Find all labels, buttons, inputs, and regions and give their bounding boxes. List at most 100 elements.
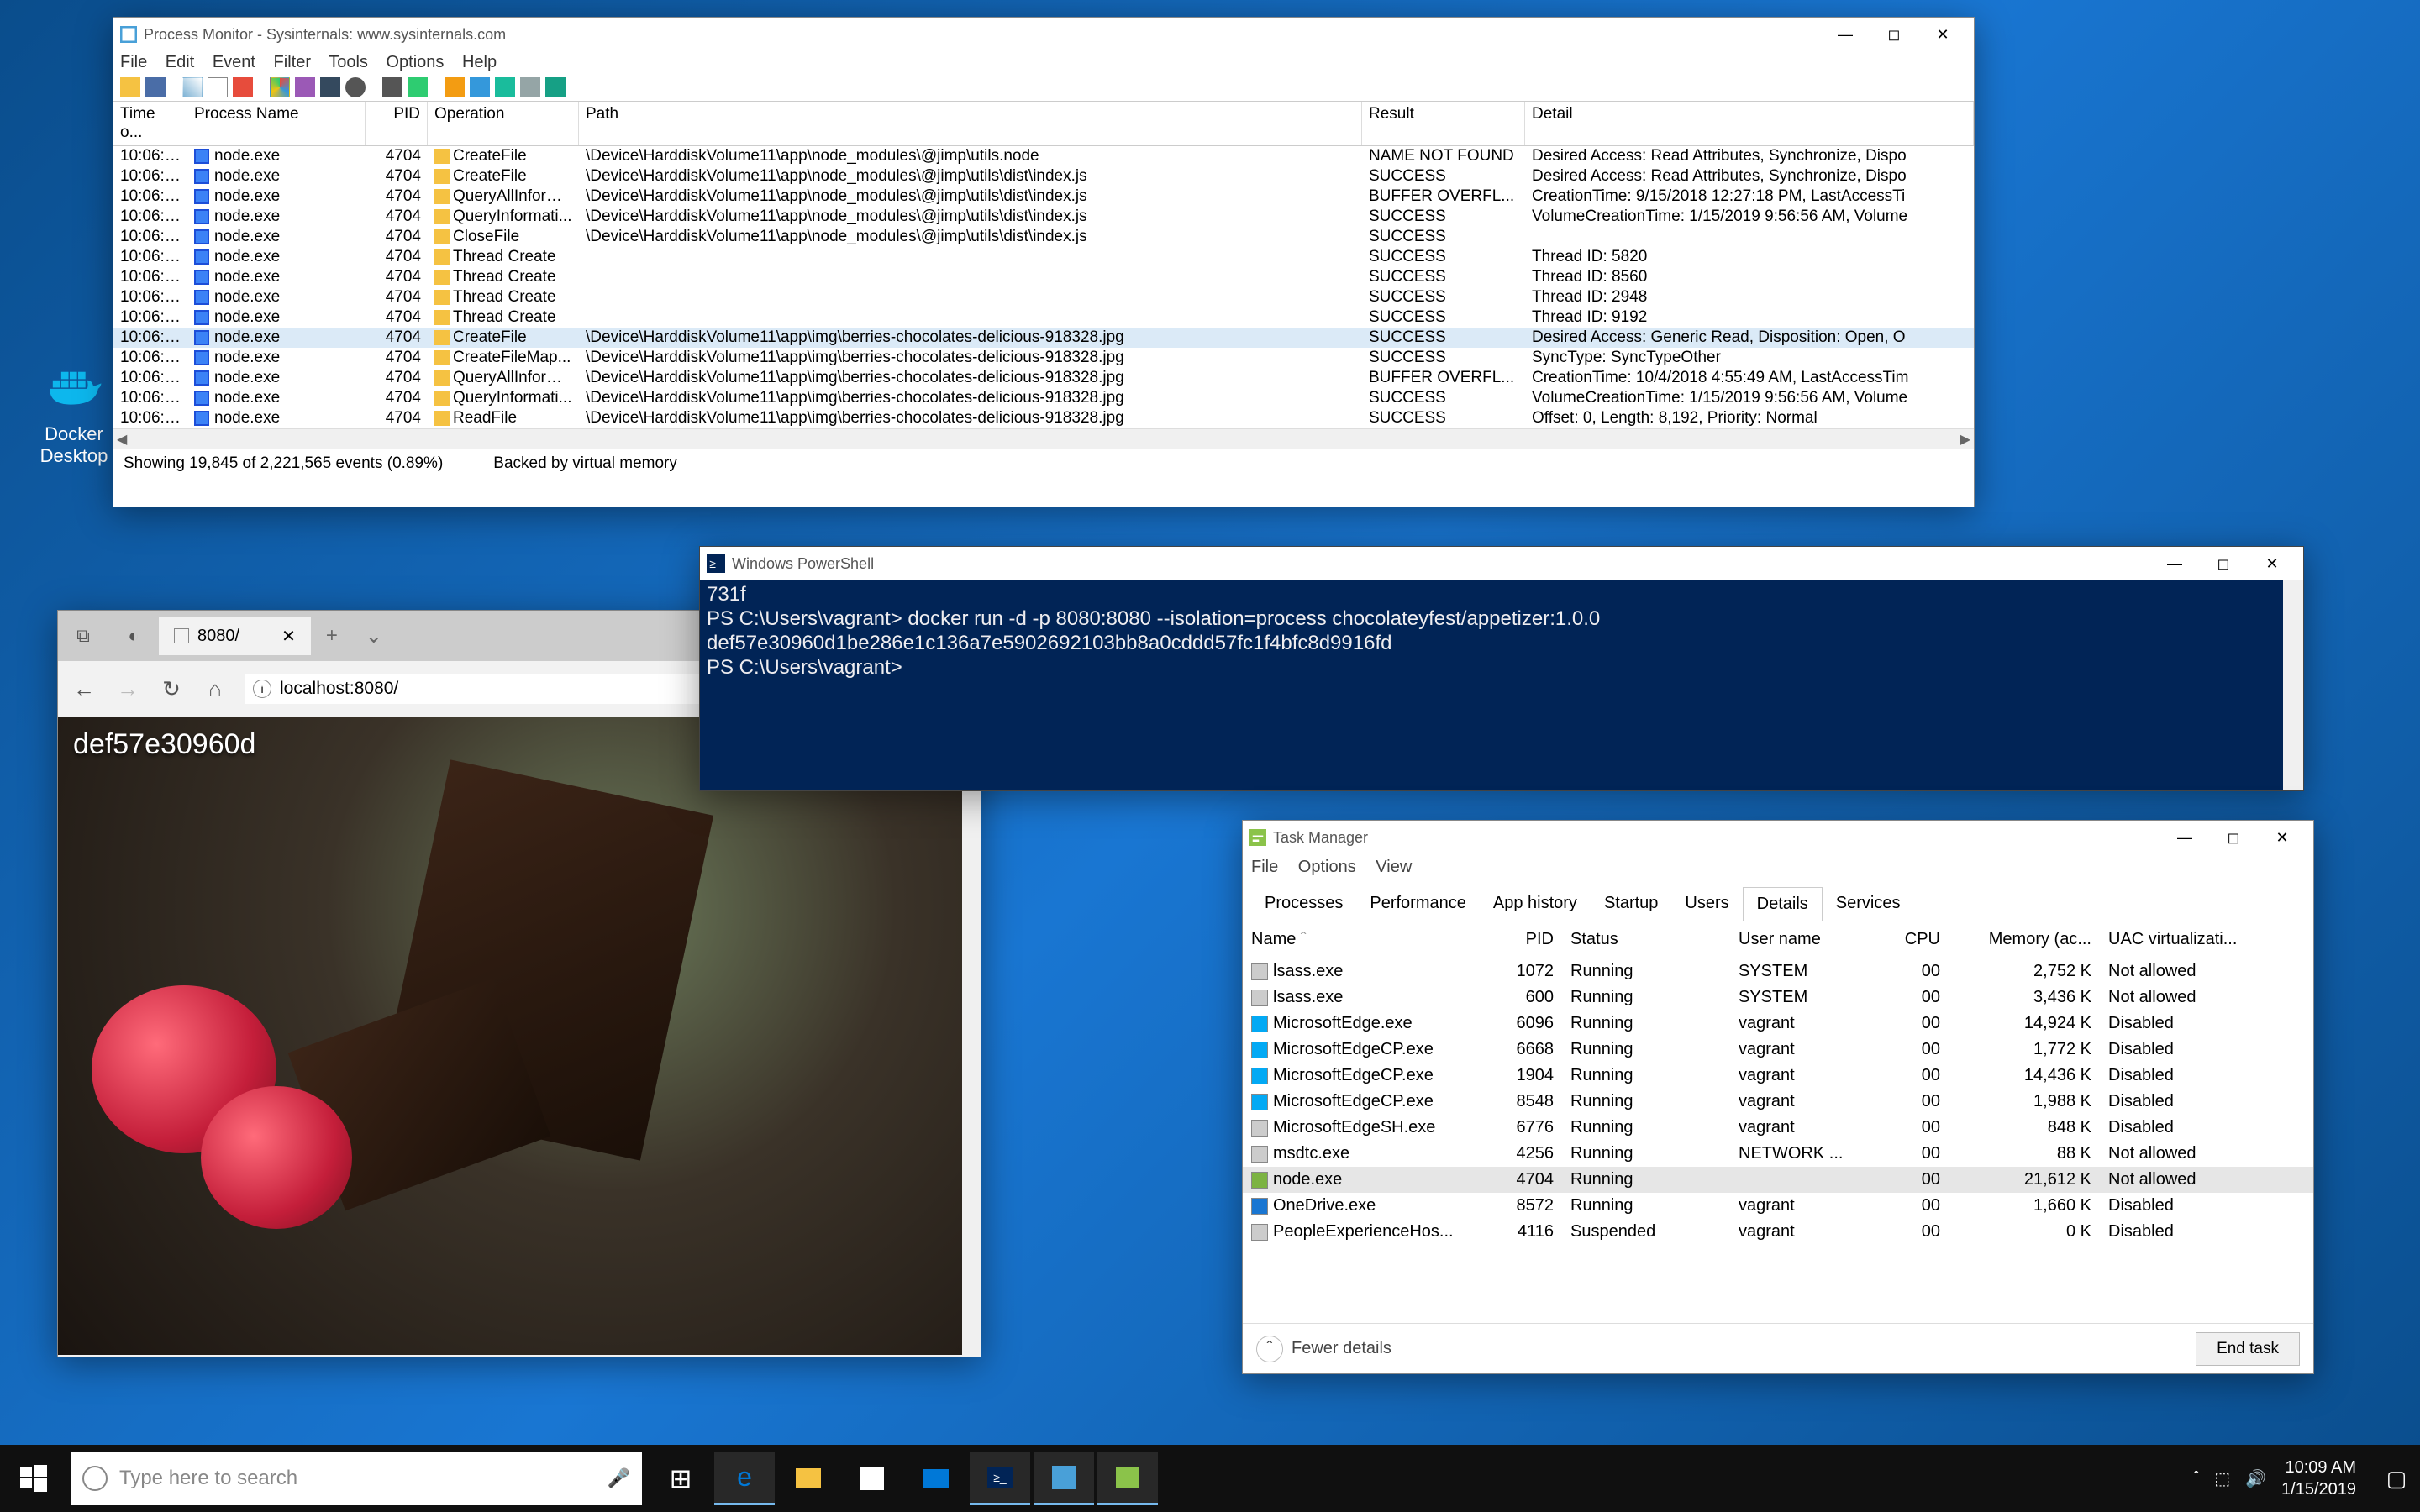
fewer-details-button[interactable]: ˆ Fewer details [1256, 1336, 1392, 1362]
menu-event[interactable]: Event [213, 53, 255, 71]
event-row[interactable]: 10:06:1...node.exe4704QueryAllInform...\… [113, 186, 1974, 207]
close-button[interactable]: ✕ [2248, 550, 2296, 577]
close-button[interactable]: ✕ [2258, 824, 2307, 851]
new-tab-button[interactable]: + [311, 624, 353, 648]
refresh-button[interactable]: ↻ [157, 676, 186, 702]
menu-view[interactable]: View [1376, 858, 1412, 876]
process-row[interactable]: lsass.exe1072RunningSYSTEM002,752 KNot a… [1243, 958, 2313, 984]
browser-tab[interactable]: 8080/ ✕ [159, 617, 311, 655]
tray-chevron-icon[interactable]: ˆ [2194, 1469, 2200, 1488]
procmon-event-grid[interactable]: Time o... Process Name PID Operation Pat… [113, 101, 1974, 428]
include-icon[interactable] [320, 77, 340, 97]
procmon-taskbar-icon[interactable] [1034, 1452, 1094, 1505]
desktop-icon-docker[interactable]: Docker Desktop [24, 361, 124, 467]
powershell-window[interactable]: ≥_ Windows PowerShell — ◻ ✕ 731f PS C:\U… [699, 546, 2304, 791]
taskbar-clock[interactable]: 10:09 AM1/15/2019 [2281, 1457, 2356, 1500]
mail-taskbar-icon[interactable] [906, 1452, 966, 1505]
event-row[interactable]: 10:06:1...node.exe4704ReadFile\Device\Ha… [113, 408, 1974, 428]
hub-icon[interactable]: ⧉ [58, 611, 108, 661]
find-icon[interactable] [382, 77, 402, 97]
task-view-button[interactable]: ⊞ [650, 1452, 711, 1505]
col-memory[interactable]: Memory (ac... [1949, 927, 2100, 953]
menu-options[interactable]: Options [1298, 858, 1356, 876]
forward-button[interactable]: → [113, 676, 142, 702]
tab-details[interactable]: Details [1743, 887, 1823, 921]
taskmgr-taskbar-icon[interactable] [1097, 1452, 1158, 1505]
event-row[interactable]: 10:06:1...node.exe4704CreateFileMap...\D… [113, 348, 1974, 368]
event-row[interactable]: 10:06:1...node.exe4704QueryInformati...\… [113, 207, 1974, 227]
filter-icon[interactable] [270, 77, 290, 97]
minimize-button[interactable]: — [2150, 550, 2199, 577]
tab-app-history[interactable]: App history [1480, 887, 1591, 921]
maximize-button[interactable]: ◻ [2209, 824, 2258, 851]
powershell-taskbar-icon[interactable]: ≥_ [970, 1452, 1030, 1505]
taskbar-search[interactable]: Type here to search 🎤 [71, 1452, 642, 1505]
store-taskbar-icon[interactable] [842, 1452, 902, 1505]
clear-icon[interactable] [233, 77, 253, 97]
menu-edit[interactable]: Edit [166, 53, 194, 71]
process-row[interactable]: MicrosoftEdgeCP.exe6668Runningvagrant001… [1243, 1037, 2313, 1063]
maximize-button[interactable]: ◻ [2199, 550, 2248, 577]
page-viewport[interactable]: def57e30960d [58, 717, 981, 1355]
capture-icon[interactable] [182, 77, 203, 97]
profiling-icon[interactable] [545, 77, 566, 97]
task-manager-window[interactable]: Task Manager — ◻ ✕ File Options View Pro… [1242, 820, 2314, 1374]
start-button[interactable] [0, 1465, 67, 1492]
col-user[interactable]: User name [1730, 927, 1881, 953]
process-row[interactable]: MicrosoftEdge.exe6096Runningvagrant0014,… [1243, 1011, 2313, 1037]
end-task-button[interactable]: End task [2196, 1332, 2300, 1366]
action-center-button[interactable]: ▢ [2373, 1452, 2420, 1505]
system-tray[interactable]: ˆ ⬚ 🔊 10:09 AM1/15/2019 [2177, 1457, 2373, 1500]
event-row[interactable]: 10:06:1...node.exe4704QueryInformati...\… [113, 388, 1974, 408]
save-icon[interactable] [145, 77, 166, 97]
back-button[interactable]: ← [70, 676, 98, 702]
event-row[interactable]: 10:06:1...node.exe4704CloseFile\Device\H… [113, 227, 1974, 247]
network-icon[interactable] [495, 77, 515, 97]
col-name[interactable]: Name ˆ [1243, 927, 1478, 953]
minimize-button[interactable]: — [2160, 824, 2209, 851]
tab-performance[interactable]: Performance [1356, 887, 1480, 921]
taskmgr-titlebar[interactable]: Task Manager — ◻ ✕ [1243, 821, 2313, 854]
event-row[interactable]: 10:06:1...node.exe4704CreateFile\Device\… [113, 328, 1974, 348]
volume-icon[interactable]: 🔊 [2245, 1468, 2266, 1489]
process-row[interactable]: PeopleExperienceHos...4116Suspendedvagra… [1243, 1219, 2313, 1245]
network-icon[interactable]: ⬚ [2214, 1468, 2230, 1489]
process-row[interactable]: lsass.exe600RunningSYSTEM003,436 KNot al… [1243, 984, 2313, 1011]
procmon-hscrollbar[interactable]: ◀▶ [113, 428, 1974, 449]
maximize-button[interactable]: ◻ [1870, 21, 1918, 48]
process-row[interactable]: MicrosoftEdgeSH.exe6776Runningvagrant008… [1243, 1115, 2313, 1141]
col-uac[interactable]: UAC virtualizati... [2100, 927, 2313, 953]
col-detail[interactable]: Detail [1525, 102, 1974, 145]
col-cpu[interactable]: CPU [1881, 927, 1949, 953]
col-path[interactable]: Path [579, 102, 1362, 145]
menu-tools[interactable]: Tools [329, 53, 368, 71]
process-monitor-window[interactable]: Process Monitor - Sysinternals: www.sysi… [113, 17, 1975, 507]
mic-icon[interactable]: 🎤 [608, 1467, 630, 1489]
powershell-titlebar[interactable]: ≥_ Windows PowerShell — ◻ ✕ [700, 547, 2303, 580]
taskmgr-details-grid[interactable]: Name ˆ PID Status User name CPU Memory (… [1243, 921, 2313, 1245]
process-icon[interactable] [520, 77, 540, 97]
minimize-button[interactable]: — [1821, 21, 1870, 48]
filesystem-icon[interactable] [470, 77, 490, 97]
procmon-grid-header[interactable]: Time o... Process Name PID Operation Pat… [113, 101, 1974, 146]
col-pid[interactable]: PID [366, 102, 428, 145]
event-row[interactable]: 10:06:1...node.exe4704CreateFile\Device\… [113, 166, 1974, 186]
tab-processes[interactable]: Processes [1251, 887, 1356, 921]
edge-taskbar-icon[interactable]: e [714, 1452, 775, 1505]
col-time[interactable]: Time o... [113, 102, 187, 145]
open-icon[interactable] [120, 77, 140, 97]
site-info-icon[interactable]: i [253, 680, 271, 698]
process-row[interactable]: MicrosoftEdgeCP.exe8548Runningvagrant001… [1243, 1089, 2313, 1115]
explorer-taskbar-icon[interactable] [778, 1452, 839, 1505]
col-process[interactable]: Process Name [187, 102, 366, 145]
col-result[interactable]: Result [1362, 102, 1525, 145]
event-row[interactable]: 10:06:1...node.exe4704Thread CreateSUCCE… [113, 307, 1974, 328]
event-row[interactable]: 10:06:1...node.exe4704QueryAllInform...\… [113, 368, 1974, 388]
tab-services[interactable]: Services [1823, 887, 1914, 921]
tab-close-icon[interactable]: ✕ [281, 626, 296, 647]
procmon-titlebar[interactable]: Process Monitor - Sysinternals: www.sysi… [113, 18, 1974, 51]
close-button[interactable]: ✕ [1918, 21, 1967, 48]
process-row[interactable]: node.exe4704Running0021,612 KNot allowed [1243, 1167, 2313, 1193]
target-icon[interactable] [345, 77, 366, 97]
windows-taskbar[interactable]: Type here to search 🎤 ⊞ e ≥_ ˆ ⬚ 🔊 10:09… [0, 1445, 2420, 1512]
